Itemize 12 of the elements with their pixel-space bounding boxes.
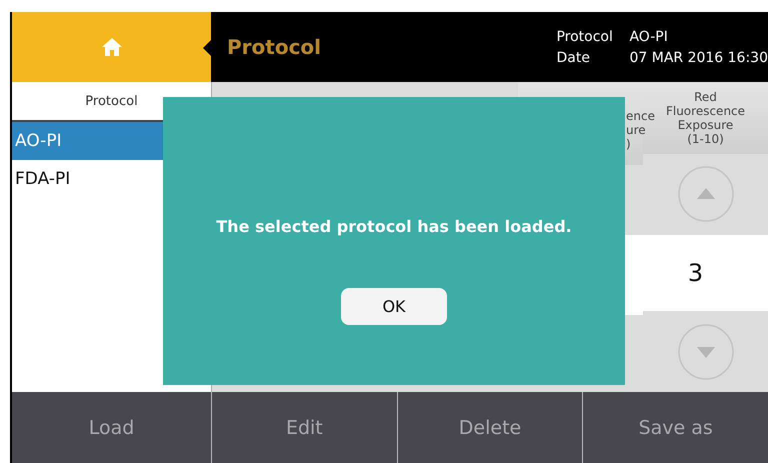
home-button[interactable] [12,12,211,82]
exposure-value: 3 [688,258,704,287]
info-value: AO-PI [629,28,668,44]
dialog-message: The selected protocol has been loaded. [216,217,572,236]
info-label: Protocol [556,28,614,44]
home-icon [100,37,122,57]
info-value: 07 MAR 2016 16:30 [629,50,768,66]
page-title: Protocol [227,35,322,59]
down-arrow-button[interactable] [678,324,734,380]
ok-button[interactable]: OK [341,288,447,325]
info-label: Date [556,50,591,66]
up-arrow-button[interactable] [678,166,734,222]
